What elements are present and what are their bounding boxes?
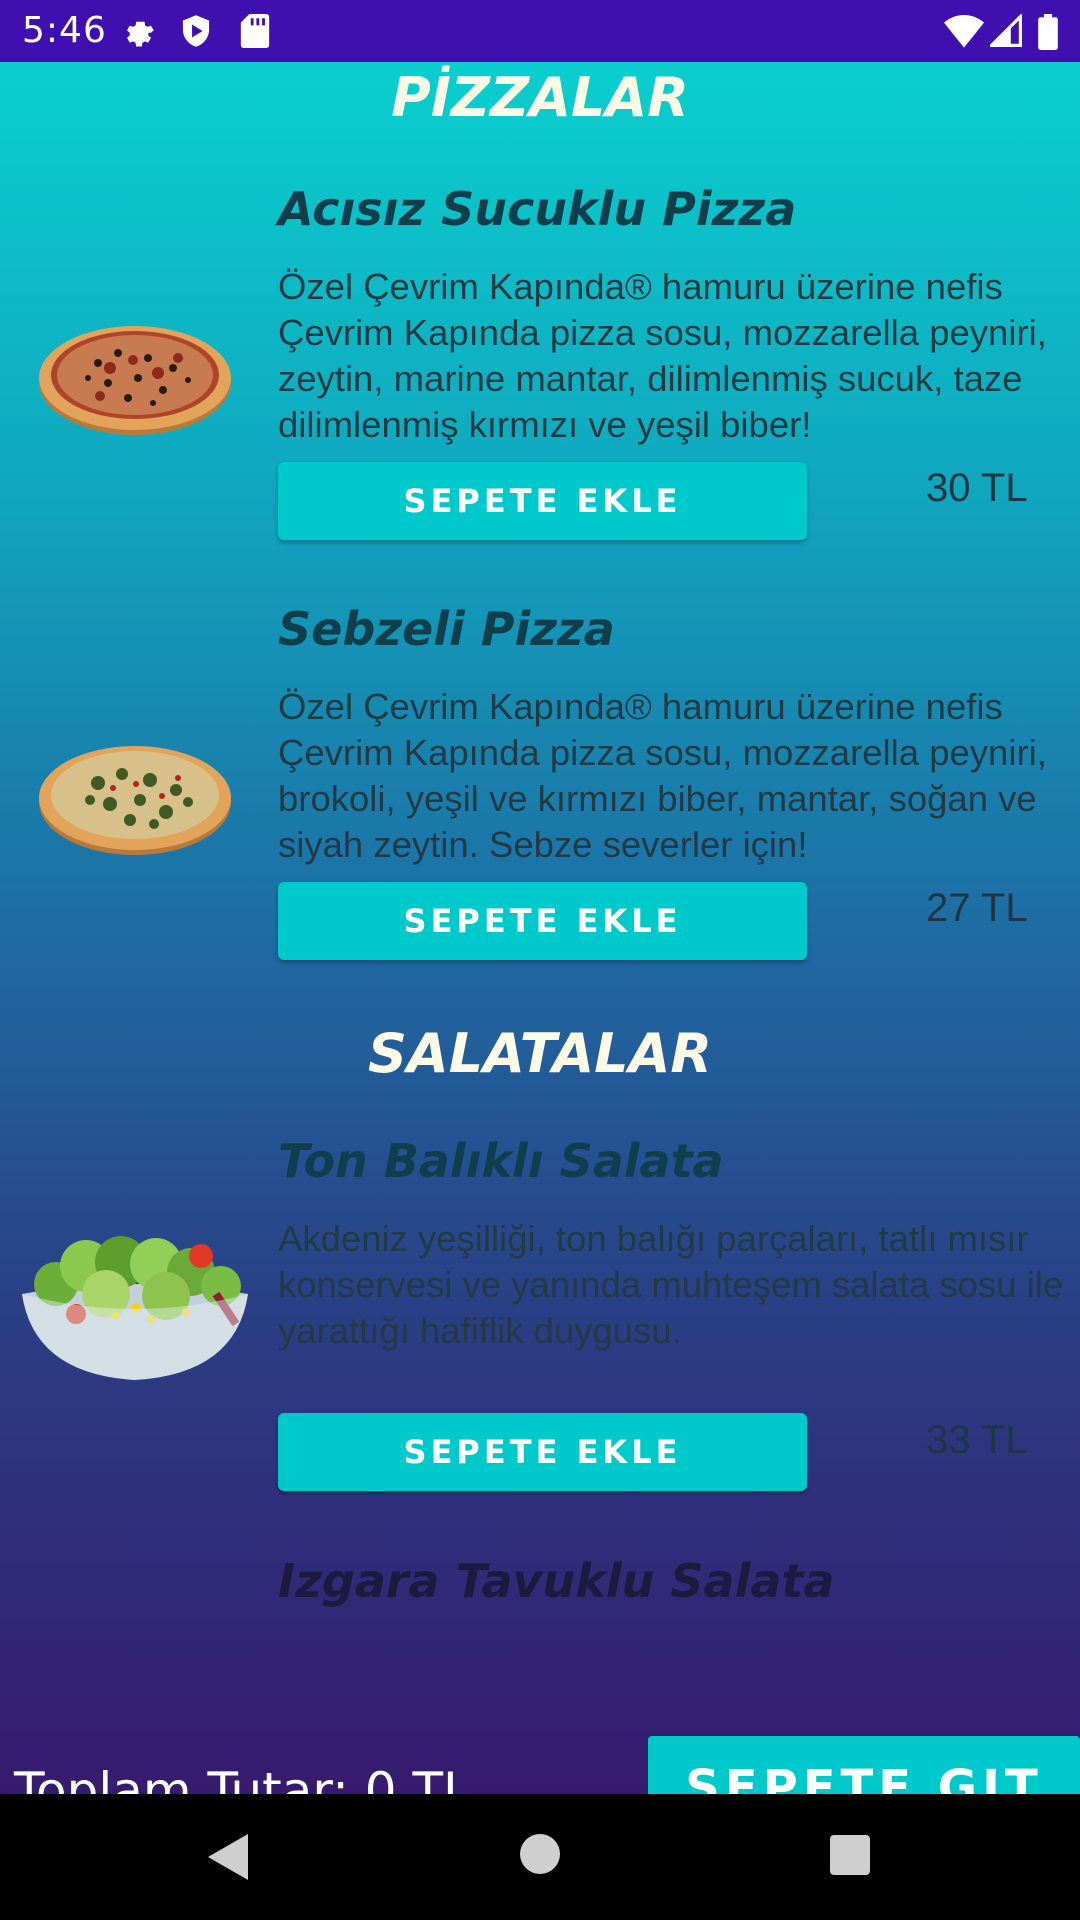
sd-card-icon <box>240 14 270 53</box>
item-name: Acısız Sucuklu Pizza <box>278 182 797 236</box>
home-icon[interactable] <box>520 1834 560 1874</box>
salad-bowl-image <box>16 1224 254 1389</box>
total-amount-label: Toplam Tutar: 0 TL <box>14 1762 471 1794</box>
pizza-veggie-image <box>38 738 232 863</box>
item-price: 27 TL <box>926 886 1028 930</box>
status-time: 5:46 <box>22 10 107 51</box>
item-name: Sebzeli Pizza <box>278 602 615 656</box>
battery-icon <box>1038 14 1058 55</box>
section-title-pizzas: PİZZALAR <box>391 66 689 129</box>
menu-scroll-area[interactable]: PİZZALAR Acısız Sucuklu Pizza Özel Çevri… <box>0 62 1080 1794</box>
item-name: Izgara Tavuklu Salata <box>278 1554 835 1608</box>
add-to-cart-button[interactable]: SEPETE EKLE <box>278 462 807 540</box>
item-description: Özel Çevrim Kapında® hamuru üzerine nefi… <box>278 686 1047 865</box>
add-to-cart-button[interactable]: SEPETE EKLE <box>278 1413 807 1491</box>
item-price: 33 TL <box>926 1418 1028 1462</box>
gear-icon <box>122 14 156 53</box>
recents-icon[interactable] <box>830 1835 870 1875</box>
section-title-salads: SALATALAR <box>368 1022 712 1085</box>
item-price: 30 TL <box>926 466 1028 510</box>
item-description: Akdeniz yeşilliği, ton balığı parçaları,… <box>278 1218 1064 1351</box>
cellular-signal-icon <box>987 12 1022 53</box>
add-to-cart-button[interactable]: SEPETE EKLE <box>278 882 807 960</box>
shield-play-icon <box>180 14 212 53</box>
status-bar: 5:46 <box>0 0 1080 62</box>
wifi-icon <box>944 14 984 53</box>
navigation-bar <box>0 1794 1080 1920</box>
pizza-sucuk-image <box>38 318 232 443</box>
item-name: Ton Balıklı Salata <box>278 1134 724 1188</box>
back-icon[interactable] <box>208 1834 248 1885</box>
item-description: Özel Çevrim Kapında® hamuru üzerine nefi… <box>278 266 1047 445</box>
go-to-cart-button[interactable]: SEPETE GIT <box>648 1736 1080 1794</box>
